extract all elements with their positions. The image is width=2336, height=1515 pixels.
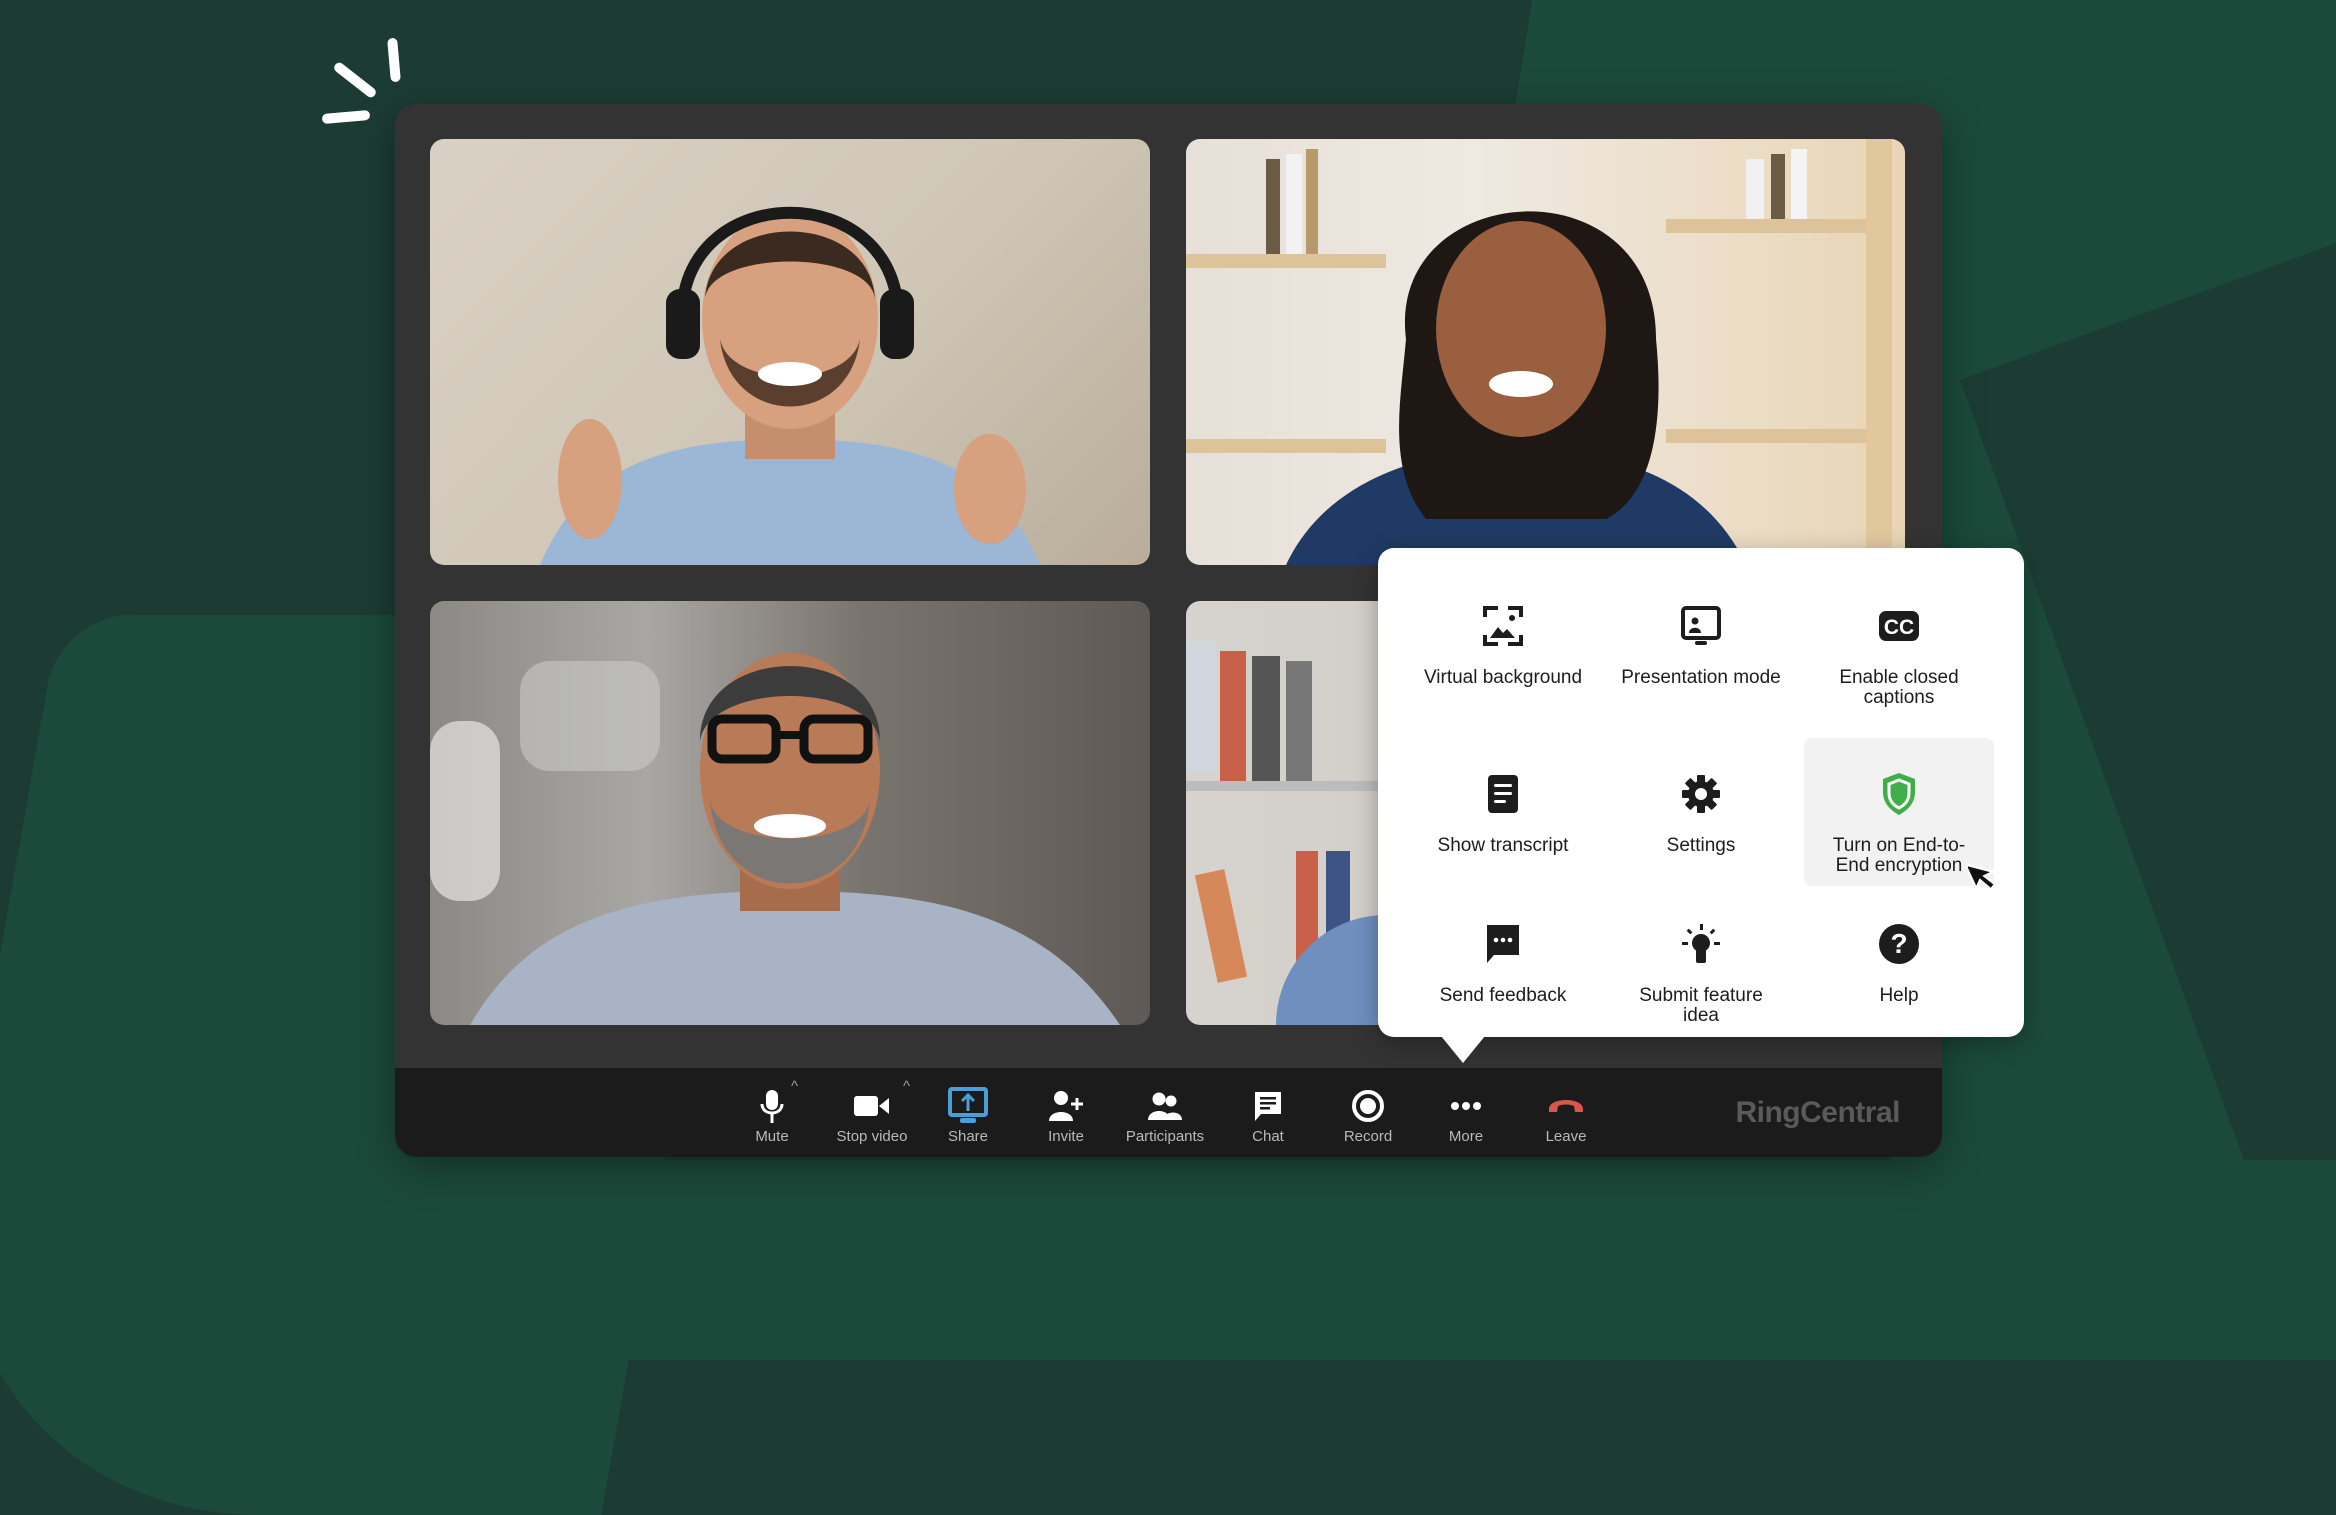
- menu-item-label: Settings: [1666, 835, 1736, 856]
- menu-item-submit-feature-idea[interactable]: Submit feature idea: [1606, 896, 1796, 1041]
- participant-silhouette: [1186, 139, 1892, 565]
- more-menu-popup: Virtual background Presentation mode CC …: [1378, 548, 2024, 1037]
- menu-item-label: Send feedback: [1439, 985, 1567, 1006]
- lightbulb-icon: [1677, 920, 1725, 968]
- menu-item-end-to-end-encryption[interactable]: Turn on End-to-End encryption: [1804, 738, 1994, 886]
- toolbar-label: Invite: [1048, 1128, 1084, 1145]
- svg-text:?: ?: [1890, 928, 1907, 959]
- toolbar-label: Stop video: [836, 1128, 908, 1145]
- virtual-background-icon: [1479, 602, 1527, 650]
- chat-icon: [1248, 1088, 1288, 1124]
- hang-up-icon: [1546, 1088, 1586, 1124]
- share-button[interactable]: Share: [913, 1068, 1023, 1157]
- menu-item-label: Help: [1879, 985, 1919, 1006]
- record-icon: [1348, 1088, 1388, 1124]
- toolbar-label: Leave: [1545, 1128, 1587, 1145]
- closed-captions-icon: CC: [1875, 602, 1923, 650]
- menu-item-label: Show transcript: [1437, 835, 1569, 856]
- transcript-icon: [1479, 770, 1527, 818]
- toolbar-label: Mute: [755, 1128, 789, 1145]
- more-dots-icon: [1446, 1088, 1486, 1124]
- menu-item-presentation-mode[interactable]: Presentation mode: [1606, 578, 1796, 723]
- add-user-icon: [1046, 1088, 1086, 1124]
- menu-item-help[interactable]: ? Help: [1804, 896, 1994, 1041]
- background-shape: [380, 1160, 2336, 1360]
- share-screen-icon: [948, 1087, 988, 1124]
- video-options-caret[interactable]: ^: [903, 1078, 910, 1095]
- more-button[interactable]: More: [1411, 1068, 1521, 1157]
- menu-item-label: Submit feature idea: [1639, 985, 1763, 1026]
- participants-icon: [1145, 1088, 1185, 1124]
- mute-options-caret[interactable]: ^: [791, 1078, 798, 1095]
- toolbar-label: Share: [947, 1128, 989, 1145]
- popup-pointer: [1441, 1036, 1485, 1063]
- svg-text:CC: CC: [1884, 616, 1914, 639]
- leave-button[interactable]: Leave: [1511, 1068, 1621, 1157]
- gear-icon: [1677, 770, 1725, 818]
- ringcentral-logo: RingCentral: [1735, 1096, 1900, 1129]
- menu-item-label: Virtual background: [1423, 667, 1583, 688]
- video-tile-man-with-glasses: [430, 601, 1150, 1025]
- video-tile-man-with-headset: [430, 139, 1150, 565]
- menu-item-settings[interactable]: Settings: [1606, 746, 1796, 891]
- menu-item-show-transcript[interactable]: Show transcript: [1408, 746, 1598, 891]
- participant-silhouette: [540, 206, 1040, 565]
- toolbar-label: Participants: [1125, 1128, 1205, 1145]
- video-camera-icon: [852, 1088, 892, 1124]
- menu-item-label: Turn on End-to-End encryption: [1832, 835, 1966, 876]
- toolbar-label: More: [1448, 1128, 1484, 1145]
- video-tile-woman-smiling: [1186, 139, 1905, 565]
- meeting-toolbar: ^ Mute ^ Stop video Share Invite Partici…: [395, 1068, 1942, 1157]
- mute-button[interactable]: ^ Mute: [717, 1068, 827, 1157]
- presentation-mode-icon: [1677, 602, 1725, 650]
- invite-button[interactable]: Invite: [1011, 1068, 1121, 1157]
- feedback-icon: [1479, 920, 1527, 968]
- stop-video-button[interactable]: ^ Stop video: [817, 1068, 927, 1157]
- microphone-icon: [752, 1088, 792, 1124]
- menu-item-closed-captions[interactable]: CC Enable closed captions: [1804, 578, 1994, 723]
- menu-item-send-feedback[interactable]: Send feedback: [1408, 896, 1598, 1041]
- toolbar-label: Record: [1343, 1128, 1393, 1145]
- shield-icon: [1875, 770, 1923, 818]
- toolbar-label: Chat: [1252, 1128, 1284, 1145]
- participants-button[interactable]: Participants: [1110, 1068, 1220, 1157]
- menu-item-label: Presentation mode: [1621, 667, 1781, 688]
- record-button[interactable]: Record: [1313, 1068, 1423, 1157]
- menu-item-label: Enable closed captions: [1839, 667, 1959, 708]
- help-icon: ?: [1875, 920, 1923, 968]
- chat-button[interactable]: Chat: [1213, 1068, 1323, 1157]
- menu-item-virtual-background[interactable]: Virtual background: [1408, 578, 1598, 723]
- mouse-cursor-icon: [1962, 855, 2008, 904]
- participant-silhouette: [430, 653, 1120, 1025]
